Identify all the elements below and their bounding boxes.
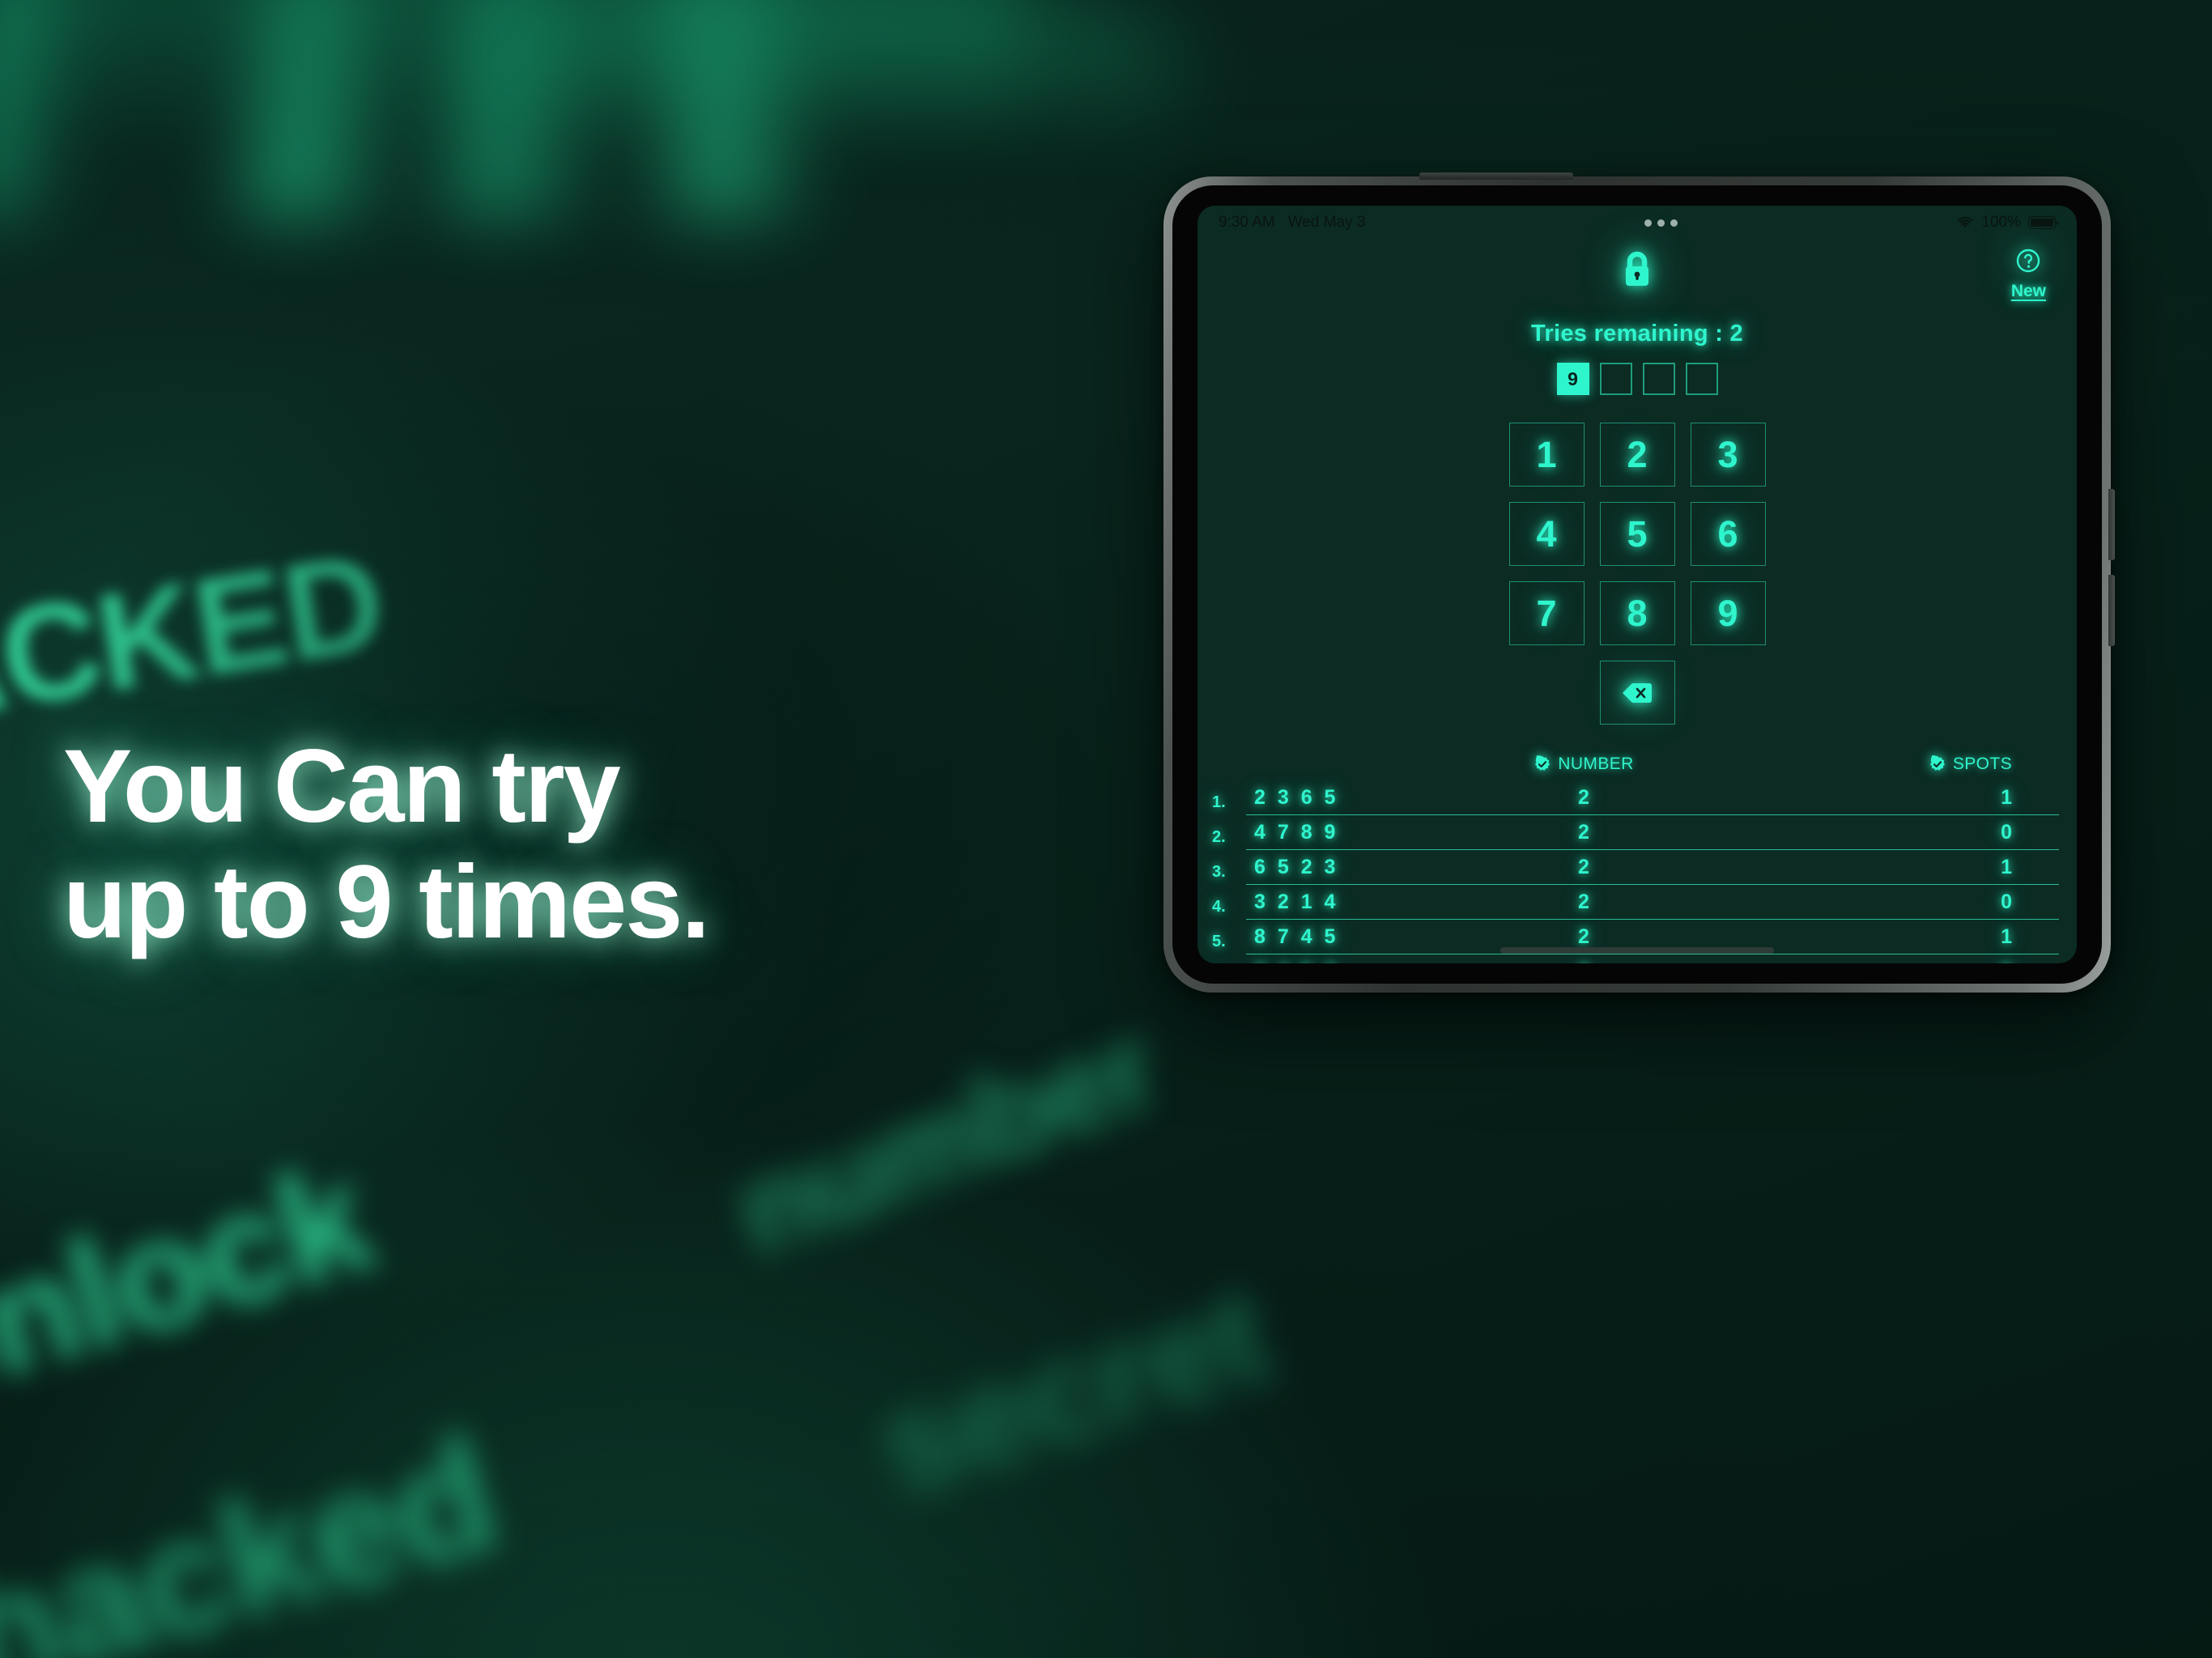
- row-index: 1.: [1212, 793, 1226, 811]
- question-mark-circle-icon[interactable]: [2015, 248, 2041, 278]
- guess-results-table: NUMBER SPOTS 1. 2 3 6 5 2 1 2. 4 7 8 9 2…: [1212, 755, 2059, 963]
- volume-up-button[interactable]: [2108, 489, 2115, 560]
- key-9[interactable]: 9: [1690, 581, 1766, 645]
- code-digit-box-4[interactable]: [1685, 363, 1718, 395]
- table-row: 4. 3 2 1 4 2 0: [1212, 885, 2059, 920]
- verified-badge-icon: [1929, 755, 1946, 773]
- header-number: NUMBER: [1400, 755, 1767, 774]
- code-digit-box-2[interactable]: [1599, 363, 1632, 395]
- code-digit-box-1[interactable]: 9: [1556, 363, 1589, 395]
- header-spots-label: SPOTS: [1952, 755, 2012, 773]
- promo-headline: You Can try up to 9 times.: [63, 729, 1116, 961]
- header-spots: SPOTS: [1767, 755, 2059, 774]
- code-digit-box-3[interactable]: [1642, 363, 1675, 395]
- multitask-dots-icon[interactable]: [1644, 219, 1678, 227]
- headline-line-2: up to 9 times.: [63, 844, 710, 961]
- row-guess: 4 7 8 9: [1254, 821, 1339, 844]
- lock-closed-icon: [1197, 249, 2077, 291]
- row-guess: 6 5 2 3: [1254, 856, 1339, 878]
- row-spots: 0: [2001, 891, 2012, 913]
- table-row: 6. 7 4 5 2 2 0: [1212, 954, 2059, 963]
- status-bar-left: 9:30 AM Wed May 3: [1219, 214, 1365, 232]
- row-guess: 2 3 6 5: [1254, 786, 1339, 809]
- table-row: 1. 2 3 6 5 2 1: [1212, 780, 2059, 815]
- row-number: 2: [1578, 821, 1589, 844]
- row-spots: 0: [1767, 960, 2059, 963]
- code-cracker-app: New Tries remaining : 2 9 1 2 3 4 5 6 7 …: [1197, 240, 2077, 963]
- keypad-row-2: 4 5 6: [1508, 502, 1766, 566]
- tablet-screen: 9:30 AM Wed May 3 100% New Tries remaini…: [1197, 206, 2077, 963]
- battery-full-icon: [2027, 216, 2059, 229]
- key-7[interactable]: 7: [1508, 581, 1585, 645]
- volume-down-button[interactable]: [2108, 575, 2115, 646]
- row-index: 2.: [1212, 828, 1226, 846]
- key-5[interactable]: 5: [1599, 502, 1675, 566]
- status-bar-right: 100%: [1956, 214, 2059, 232]
- row-index: 3.: [1212, 863, 1226, 881]
- row-number: 2: [1578, 856, 1589, 878]
- results-table-header: NUMBER SPOTS: [1212, 755, 2059, 780]
- row-number: 2: [1578, 891, 1589, 913]
- code-entry-boxes: 9: [1197, 363, 2077, 395]
- keypad-row-4: [1599, 661, 1675, 725]
- table-row: 3. 6 5 2 3 2 1: [1212, 850, 2059, 885]
- backspace-delete-icon[interactable]: [1599, 661, 1675, 725]
- tries-remaining-label: Tries remaining : 2: [1531, 321, 1743, 346]
- help-new-group: New: [2011, 248, 2046, 301]
- key-8[interactable]: 8: [1599, 581, 1675, 645]
- row-guess: 8 7 4 5: [1254, 925, 1339, 948]
- row-number: 2: [1400, 960, 1767, 963]
- header-number-label: NUMBER: [1558, 755, 1634, 773]
- keypad-row-3: 7 8 9: [1508, 581, 1766, 645]
- status-time: 9:30 AM: [1219, 214, 1275, 231]
- row-spots: 0: [2001, 821, 2012, 844]
- table-row: 2. 4 7 8 9 2 0: [1212, 815, 2059, 850]
- row-guess: 3 2 1 4: [1254, 891, 1339, 913]
- status-battery-percent: 100%: [1981, 214, 2021, 231]
- row-guess: 7 4 5 2: [1246, 960, 1400, 963]
- key-1[interactable]: 1: [1508, 423, 1585, 487]
- status-date: Wed May 3: [1287, 214, 1366, 231]
- tablet-device-mockup: 9:30 AM Wed May 3 100% New Tries remaini…: [1163, 172, 2115, 993]
- key-6[interactable]: 6: [1690, 502, 1766, 566]
- row-spots: 1: [2001, 786, 2012, 809]
- home-indicator-bar[interactable]: [1500, 947, 1774, 954]
- key-2[interactable]: 2: [1599, 423, 1675, 487]
- verified-badge-icon: [1534, 755, 1551, 773]
- row-spots: 1: [2001, 925, 2012, 948]
- numeric-keypad: 1 2 3 4 5 6 7 8 9: [1197, 423, 2077, 725]
- row-index: 4.: [1212, 898, 1226, 916]
- headline-line-1: You Can try: [63, 729, 621, 844]
- row-number: 2: [1578, 786, 1589, 809]
- row-number: 2: [1578, 925, 1589, 948]
- key-3[interactable]: 3: [1690, 423, 1766, 487]
- new-game-link[interactable]: New: [2011, 282, 2046, 301]
- power-button[interactable]: [1419, 172, 1573, 180]
- tablet-frame: 9:30 AM Wed May 3 100% New Tries remaini…: [1163, 172, 2115, 993]
- key-4[interactable]: 4: [1508, 502, 1585, 566]
- wifi-icon: [1956, 216, 1974, 229]
- row-spots: 1: [2001, 856, 2012, 878]
- keypad-row-1: 1 2 3: [1508, 423, 1766, 487]
- row-index: 5.: [1212, 933, 1226, 950]
- status-bar: 9:30 AM Wed May 3 100%: [1197, 206, 2077, 240]
